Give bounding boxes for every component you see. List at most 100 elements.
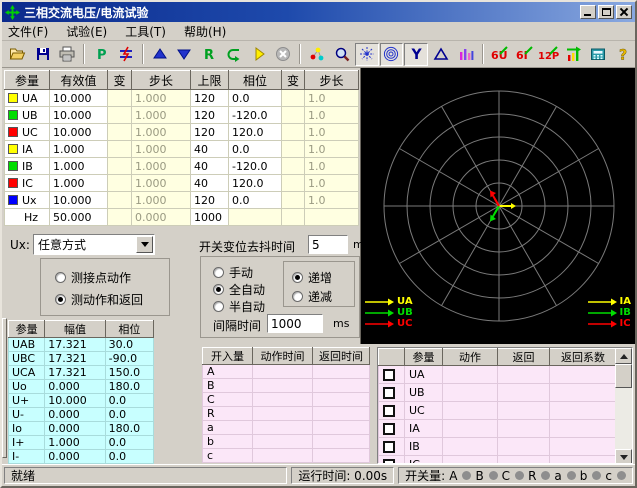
export-report-button[interactable] [562,43,586,66]
maximize-button[interactable] [598,5,614,19]
ux-mode-select[interactable]: 任意方式 [33,234,155,255]
var-cell[interactable] [108,107,132,124]
phase-cell[interactable]: -120.0 [229,158,282,175]
col-param[interactable]: 参量 [405,349,443,366]
limit-cell[interactable]: 120 [191,90,229,107]
calibrate-button[interactable] [114,43,138,66]
step-cell[interactable]: 1.000 [132,107,191,124]
col-limit[interactable]: 上限 [191,71,229,90]
limit-cell[interactable]: 120 [191,124,229,141]
radio-decrease[interactable]: 递减 [292,288,332,305]
rms-cell[interactable]: 10.000 [50,107,108,124]
six-voltage-button[interactable]: 6U [488,43,512,66]
var-cell[interactable] [108,124,132,141]
step-cell[interactable]: 1.000 [132,90,191,107]
scroll-up-button[interactable] [615,348,632,364]
col-phase[interactable]: 相位 [229,71,282,90]
var-cell[interactable] [108,209,132,226]
col-phase-step[interactable]: 步长 [305,71,359,90]
monitor-scrollbar[interactable] [615,348,632,464]
delta-mode-button[interactable] [429,43,453,66]
var-cell[interactable] [282,158,305,175]
twelve-phase-button[interactable]: 12P [537,43,561,66]
debounce-input[interactable] [308,235,348,254]
splitter[interactable] [2,318,7,458]
limit-cell[interactable]: 120 [191,192,229,209]
dropdown-button[interactable] [136,236,153,253]
col-action[interactable]: 动作 [443,349,498,366]
var-cell[interactable] [108,158,132,175]
rms-cell[interactable]: 1.000 [50,141,108,158]
save-button[interactable] [31,43,55,66]
radio-icon[interactable] [292,291,303,302]
checkbox[interactable] [383,369,395,381]
scroll-down-button[interactable] [615,449,632,464]
col-amplitude[interactable]: 幅值 [45,321,105,338]
stop-test-button[interactable] [272,43,296,66]
rms-cell[interactable]: 50.000 [50,209,108,226]
open-button[interactable] [6,43,30,66]
menu-help[interactable]: 帮助(H) [184,23,226,40]
rms-cell[interactable]: 1.000 [50,175,108,192]
menu-file[interactable]: 文件(F) [8,23,48,40]
phase-cell[interactable]: 120.0 [229,175,282,192]
phase-step-cell[interactable]: 1.0 [305,107,359,124]
limit-cell[interactable]: 40 [191,158,229,175]
phase-step-cell[interactable]: 1.0 [305,124,359,141]
rms-cell[interactable]: 1.000 [50,158,108,175]
step-cell[interactable]: 1.000 [132,124,191,141]
col-param[interactable]: 参量 [9,321,45,338]
limit-cell[interactable]: 1000 [191,209,229,226]
col-return[interactable]: 返回 [498,349,550,366]
checkbox[interactable] [383,387,395,399]
col-action-time[interactable]: 动作时间 [253,348,313,365]
var-cell[interactable] [108,141,132,158]
step-cell[interactable]: 0.000 [132,209,191,226]
checkbox[interactable] [383,423,395,435]
step-cell[interactable]: 1.000 [132,192,191,209]
circles-view-button[interactable] [380,43,404,66]
harmonics-button[interactable] [454,43,478,66]
var-cell[interactable] [282,107,305,124]
parameter-set-button[interactable]: P [89,43,113,66]
help-button[interactable]: ? [611,43,635,66]
vector-view-button[interactable] [305,43,329,66]
minimize-button[interactable] [580,5,596,19]
phase-cell[interactable]: 0.0 [229,192,282,209]
limit-cell[interactable]: 120 [191,107,229,124]
var-cell[interactable] [282,124,305,141]
rms-cell[interactable]: 10.000 [50,90,108,107]
rms-cell[interactable]: 10.000 [50,192,108,209]
col-phase[interactable]: 相位 [105,321,153,338]
start-test-button[interactable] [247,43,271,66]
phase-cell[interactable]: -120.0 [229,107,282,124]
step-cell[interactable]: 1.000 [132,141,191,158]
var-cell[interactable] [108,192,132,209]
var-cell[interactable] [282,175,305,192]
radio-icon[interactable] [213,301,224,312]
radio-manual[interactable]: 手动 [213,264,253,281]
col-var[interactable]: 变 [108,71,132,90]
radio-action-and-return[interactable]: 测动作和返回 [55,291,143,308]
step-cell[interactable]: 1.000 [132,175,191,192]
col-param[interactable]: 参量 [5,71,50,90]
radio-icon[interactable] [55,272,66,283]
limit-cell[interactable]: 40 [191,175,229,192]
col-return-coeff[interactable]: 返回系数 [550,349,617,366]
step-cell[interactable]: 1.000 [132,158,191,175]
radio-semi-auto[interactable]: 半自动 [213,298,265,315]
var-cell[interactable] [108,90,132,107]
radio-increase[interactable]: 递增 [292,269,332,286]
var-cell[interactable] [282,192,305,209]
close-button[interactable] [616,5,632,19]
radio-icon[interactable] [55,294,66,305]
checkbox[interactable] [383,405,395,417]
rays-view-button[interactable] [355,43,379,66]
reset-button[interactable]: R [197,43,221,66]
col-var2[interactable]: 变 [282,71,305,90]
zoom-button[interactable] [330,43,354,66]
phase-step-cell[interactable]: 1.0 [305,141,359,158]
raise-button[interactable] [148,43,172,66]
checkbox[interactable] [383,441,395,453]
undo-button[interactable] [222,43,246,66]
